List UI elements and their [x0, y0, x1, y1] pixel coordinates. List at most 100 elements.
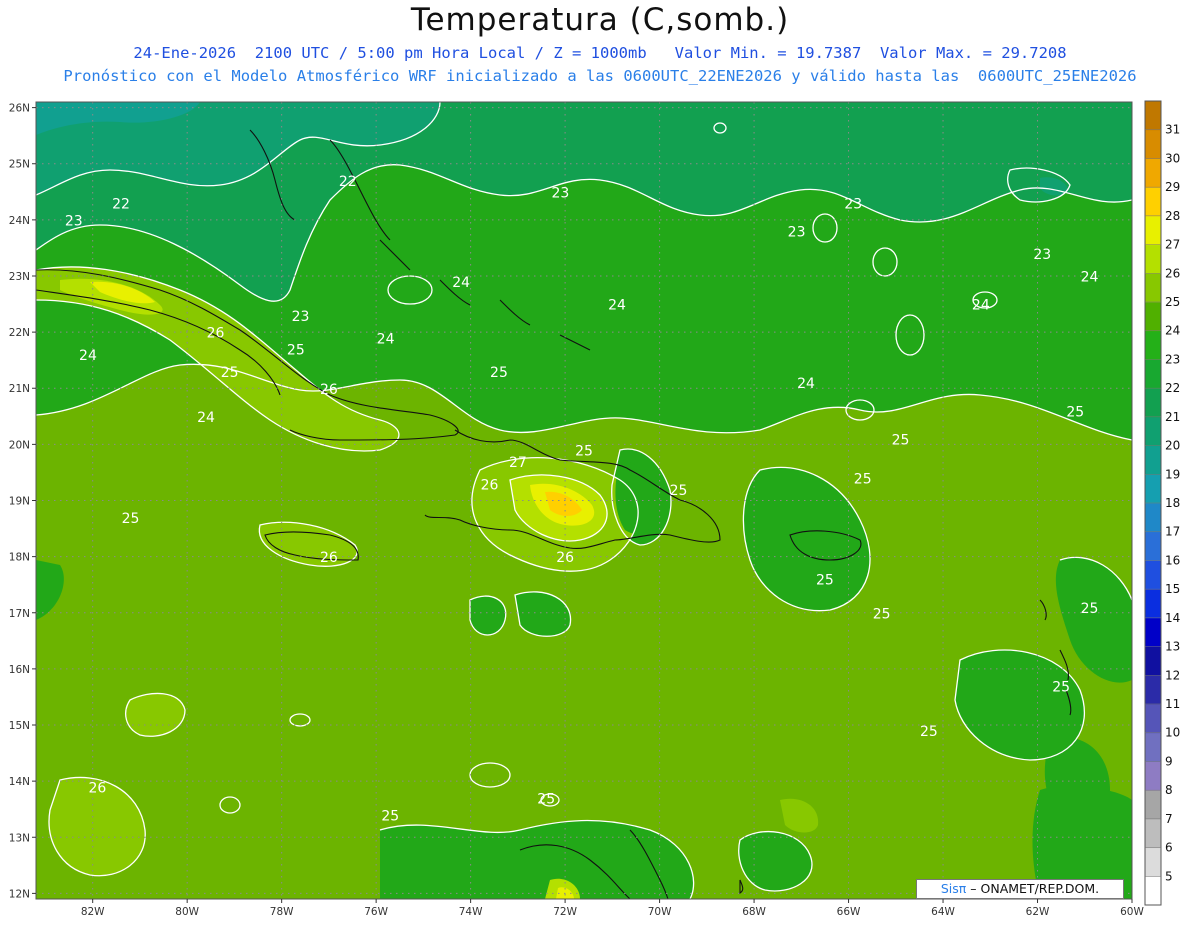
colorbar-swatch	[1145, 187, 1161, 217]
colorbar-swatch	[1145, 732, 1161, 762]
lon-tick-label: 82W	[81, 906, 105, 918]
colorbar-swatch	[1145, 129, 1161, 159]
lat-tick-label: 21N	[9, 383, 30, 395]
longitude-axis: 82W 80W 78W 76W 74W 72W 70W 68W 66W 64W 62W 60W	[81, 899, 1144, 918]
colorbar-swatch	[1145, 445, 1161, 475]
contour-label: 23	[788, 225, 806, 241]
colorbar-swatch	[1145, 302, 1161, 332]
colorbar-label: 31	[1165, 123, 1180, 137]
contour-label: 25	[670, 483, 688, 499]
colorbar-swatch	[1145, 215, 1161, 246]
contour-label: 25	[537, 792, 555, 808]
contour-label: 26	[207, 326, 225, 342]
lon-tick-label: 78W	[270, 906, 294, 918]
contour-label: 24	[972, 298, 990, 314]
colorbar-swatch	[1145, 244, 1161, 274]
colorbar-label: 29	[1165, 180, 1180, 194]
colorbar-label: 6	[1165, 841, 1173, 855]
credit-box: Sisπ – ONAMET/REP.DOM.	[916, 879, 1124, 899]
contour-label: 24	[79, 348, 97, 364]
latitude-axis: 12N 13N 14N 15N 16N 17N 18N 19N 20N 21N 22N 23N 24N 2…	[9, 103, 36, 900]
colorbar-label: 23	[1165, 352, 1180, 366]
temperature-colorbar: 5 6 7 8 9 10 11 12 13 14 15 16 17 18 19 20 21 22 23 24 25 26 2…	[1144, 100, 1180, 906]
colorbar-swatch	[1145, 560, 1161, 590]
lon-tick-label: 60W	[1120, 906, 1144, 918]
lat-tick-label: 24N	[9, 215, 30, 227]
contour-label: 25	[892, 432, 910, 448]
contour-label: 23	[551, 185, 569, 201]
contour-label: 23	[292, 309, 310, 325]
lon-tick-label: 76W	[364, 906, 388, 918]
contour-label: 25	[873, 606, 891, 622]
colorbar-swatch	[1145, 675, 1161, 705]
colorbar-label: 13	[1165, 640, 1180, 654]
contour-label: 27	[509, 455, 527, 471]
colorbar-swatch	[1145, 416, 1161, 447]
colorbar-label: 21	[1165, 410, 1180, 424]
lat-tick-label: 14N	[9, 776, 30, 788]
colorbar-swatch	[1145, 818, 1161, 849]
lat-tick-label: 16N	[9, 664, 30, 676]
colorbar-swatch	[1145, 503, 1161, 533]
contour-label: 25	[122, 511, 140, 527]
contour-label: 23	[65, 213, 83, 229]
colorbar-swatch	[1145, 388, 1161, 418]
colorbar-label: 25	[1165, 295, 1180, 309]
colorbar-label: 16	[1165, 553, 1180, 567]
contour-label: 25	[490, 365, 508, 381]
colorbar-label: 28	[1165, 209, 1180, 223]
colorbar-swatch	[1145, 531, 1161, 561]
lat-tick-label: 17N	[9, 608, 30, 620]
colorbar-label: 24	[1165, 324, 1180, 338]
lat-tick-label: 23N	[9, 271, 30, 283]
contour-label: 22	[339, 174, 357, 190]
contour-label: 26	[320, 550, 338, 566]
colorbar-swatch	[1145, 101, 1161, 131]
lon-tick-label: 72W	[553, 906, 577, 918]
colorbar-label: 10	[1165, 726, 1180, 740]
contour-label: 24	[197, 410, 215, 426]
contour-label: 25	[575, 444, 593, 460]
contour-label: 25	[1081, 601, 1099, 617]
lat-tick-label: 26N	[9, 103, 30, 115]
lat-tick-label: 15N	[9, 720, 30, 732]
contour-label: 25	[920, 724, 938, 740]
colorbar-label: 11	[1165, 697, 1180, 711]
contour-label: 25	[381, 808, 399, 824]
lon-tick-label: 74W	[459, 906, 483, 918]
colorbar-label: 19	[1165, 467, 1180, 481]
colorbar-swatch	[1145, 589, 1161, 619]
contour-label: 25	[1066, 404, 1084, 420]
contour-label: 25	[221, 365, 239, 381]
colorbar-swatch	[1145, 617, 1161, 648]
contour-label: 26	[556, 550, 574, 566]
colorbar-swatch	[1145, 876, 1161, 906]
colorbar-swatch	[1145, 847, 1161, 877]
colorbar-swatch	[1145, 790, 1161, 820]
contour-label: 26	[320, 382, 338, 398]
lat-tick-label: 18N	[9, 552, 30, 564]
lat-tick-label: 13N	[9, 832, 30, 844]
colorbar-swatch	[1145, 158, 1161, 188]
lon-tick-label: 80W	[175, 906, 199, 918]
contour-label: 23	[844, 197, 862, 213]
contour-label: 25	[1052, 679, 1070, 695]
colorbar-label: 17	[1165, 525, 1180, 539]
contour-label: 24	[377, 331, 395, 347]
colorbar-swatch	[1145, 273, 1161, 303]
lon-tick-label: 70W	[648, 906, 672, 918]
colorbar-label: 12	[1165, 668, 1180, 682]
lat-tick-label: 25N	[9, 159, 30, 171]
temperature-map: 12N 13N 14N 15N 16N 17N 18N 19N 20N 21N 22N 23N 24N 2…	[9, 100, 1180, 918]
colorbar-label: 14	[1165, 611, 1180, 625]
lon-tick-label: 68W	[742, 906, 766, 918]
sispi-logo-text: Sisπ	[940, 881, 967, 896]
colorbar-label: 7	[1165, 812, 1173, 826]
colorbar-label: 22	[1165, 381, 1180, 395]
colorbar-label: 20	[1165, 439, 1180, 453]
lat-tick-label: 20N	[9, 439, 30, 451]
colorbar-label: 9	[1165, 754, 1173, 768]
contour-label: 25	[854, 472, 872, 488]
colorbar-swatch	[1145, 704, 1161, 734]
lon-tick-label: 62W	[1026, 906, 1050, 918]
